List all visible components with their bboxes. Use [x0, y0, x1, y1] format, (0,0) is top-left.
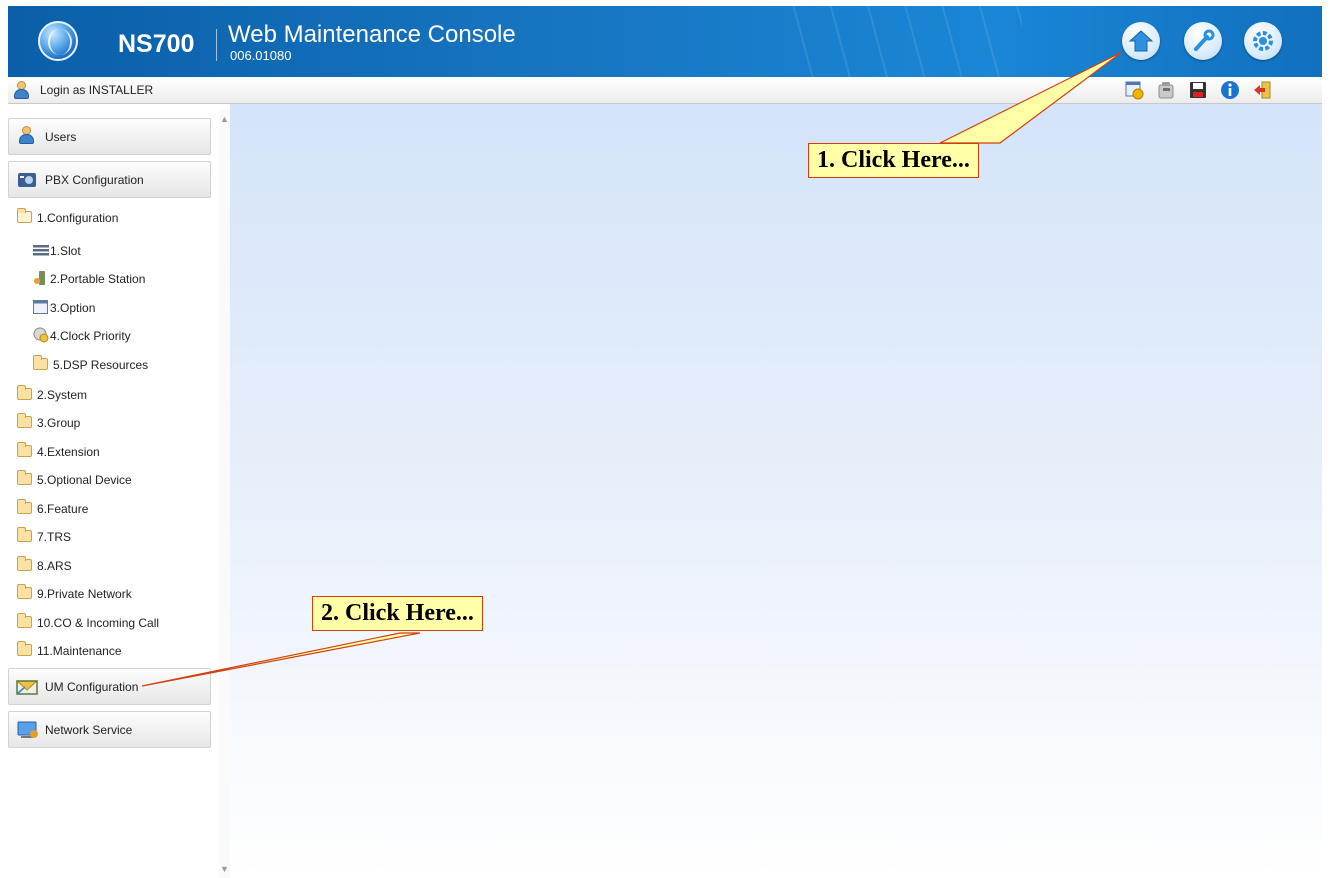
logout-icon[interactable]: [1252, 80, 1272, 100]
section-label: PBX Configuration: [45, 173, 144, 187]
tree-folder-configuration[interactable]: 1.Configuration: [17, 207, 207, 229]
folder-icon: [33, 355, 48, 370]
toolbar: Login as INSTALLER: [8, 77, 1322, 104]
tree-item-option[interactable]: 3.Option: [33, 297, 208, 319]
tree-label: 1.Slot: [50, 244, 81, 258]
callout-step-2: 2. Click Here...: [312, 596, 483, 631]
pbx-icon: [18, 173, 36, 187]
tree-label: 4.Extension: [37, 445, 100, 459]
tree-folder-maintenance[interactable]: 11.Maintenance: [17, 640, 207, 662]
folder-icon: [17, 527, 32, 542]
login-status: Login as INSTALLER: [40, 83, 154, 97]
tree-label: 2.System: [37, 388, 88, 402]
scroll-down-icon[interactable]: ▼: [220, 864, 229, 874]
sidebar-section-network-service[interactable]: Network Service: [8, 711, 211, 748]
sidebar-section-pbx-configuration[interactable]: PBX Configuration: [8, 161, 211, 198]
folder-icon: [17, 584, 32, 599]
save-icon[interactable]: [1188, 80, 1208, 100]
tree-label: 8.ARS: [37, 559, 72, 573]
section-label: Network Service: [45, 723, 133, 737]
folder-icon: [17, 385, 32, 400]
console-title: Web Maintenance Console: [228, 21, 516, 48]
sidebar-scrollbar[interactable]: ▲ ▼: [219, 110, 230, 878]
option-icon: [33, 300, 48, 314]
tree-folder-group[interactable]: 3.Group: [17, 412, 207, 434]
settings-button[interactable]: [1244, 22, 1282, 60]
tree-folder-system[interactable]: 2.System: [17, 384, 207, 406]
tree-item-dsp-resources[interactable]: 5.DSP Resources: [33, 354, 208, 376]
tree-item-portable-station[interactable]: 2.Portable Station: [33, 268, 208, 290]
folder-icon: [17, 613, 32, 628]
folder-icon: [17, 413, 32, 428]
tree-folder-optional-device[interactable]: 5.Optional Device: [17, 469, 207, 491]
folder-icon: [17, 499, 32, 514]
tree-label: 11.Maintenance: [37, 644, 122, 658]
folder-icon: [17, 641, 32, 656]
open-folder-icon: [17, 208, 32, 223]
tree-label: 9.Private Network: [37, 587, 132, 601]
tree-folder-extension[interactable]: 4.Extension: [17, 441, 207, 463]
network-service-icon: [17, 721, 38, 738]
tree-folder-co-incoming-call[interactable]: 10.CO & Incoming Call: [17, 612, 207, 634]
tree-label: 4.Clock Priority: [50, 329, 131, 343]
slot-icon: [33, 245, 49, 256]
globe-logo-icon: [38, 21, 78, 61]
tree-item-clock-priority[interactable]: 4.Clock Priority: [33, 325, 208, 347]
gear-icon: [1253, 31, 1273, 51]
tree-folder-private-network[interactable]: 9.Private Network: [17, 583, 207, 605]
user-icon: [14, 81, 29, 99]
header-divider: [216, 29, 217, 61]
sidebar: Users PBX Configuration 1.Configuration …: [8, 110, 230, 878]
info-icon[interactable]: [1220, 80, 1240, 100]
model-name: NS700: [118, 30, 195, 58]
maintenance-button[interactable]: [1184, 22, 1222, 60]
tree-item-slot[interactable]: 1.Slot: [33, 240, 208, 262]
home-button[interactable]: [1122, 22, 1160, 60]
portable-station-icon: [34, 271, 45, 285]
version-number: 006.01080: [230, 48, 292, 63]
home-icon: [1128, 30, 1154, 52]
folder-icon: [17, 470, 32, 485]
users-icon: [19, 126, 34, 144]
scroll-up-icon[interactable]: ▲: [220, 114, 229, 124]
section-label: Users: [45, 130, 77, 144]
main-content-area: [230, 104, 1322, 878]
sidebar-section-users[interactable]: Users: [8, 118, 211, 155]
callout-step-1: 1. Click Here...: [808, 143, 979, 178]
tree-folder-feature[interactable]: 6.Feature: [17, 498, 207, 520]
tree-label: 6.Feature: [37, 502, 89, 516]
header-bar: NS700 Web Maintenance Console 006.01080: [8, 6, 1322, 77]
tree-label: 5.Optional Device: [37, 473, 132, 487]
clock-priority-icon: [33, 327, 49, 343]
tree-label: 2.Portable Station: [50, 272, 146, 286]
section-label: UM Configuration: [45, 680, 139, 694]
um-configuration-icon: [15, 680, 39, 695]
tree-label: 10.CO & Incoming Call: [37, 616, 160, 630]
tree-label: 3.Group: [37, 416, 81, 430]
sidebar-section-um-configuration[interactable]: UM Configuration: [8, 668, 211, 705]
folder-icon: [17, 442, 32, 457]
tree-label: 3.Option: [50, 301, 96, 315]
folder-icon: [17, 556, 32, 571]
tree-label: 7.TRS: [37, 530, 72, 544]
tree-label: 5.DSP Resources: [53, 358, 149, 372]
system-status-icon[interactable]: [1124, 80, 1144, 100]
tree-label: 1.Configuration: [37, 211, 119, 225]
phone-icon[interactable]: [1156, 80, 1176, 100]
wrench-icon: [1194, 29, 1215, 51]
tree-folder-trs[interactable]: 7.TRS: [17, 526, 207, 548]
tree-folder-ars[interactable]: 8.ARS: [17, 555, 207, 577]
